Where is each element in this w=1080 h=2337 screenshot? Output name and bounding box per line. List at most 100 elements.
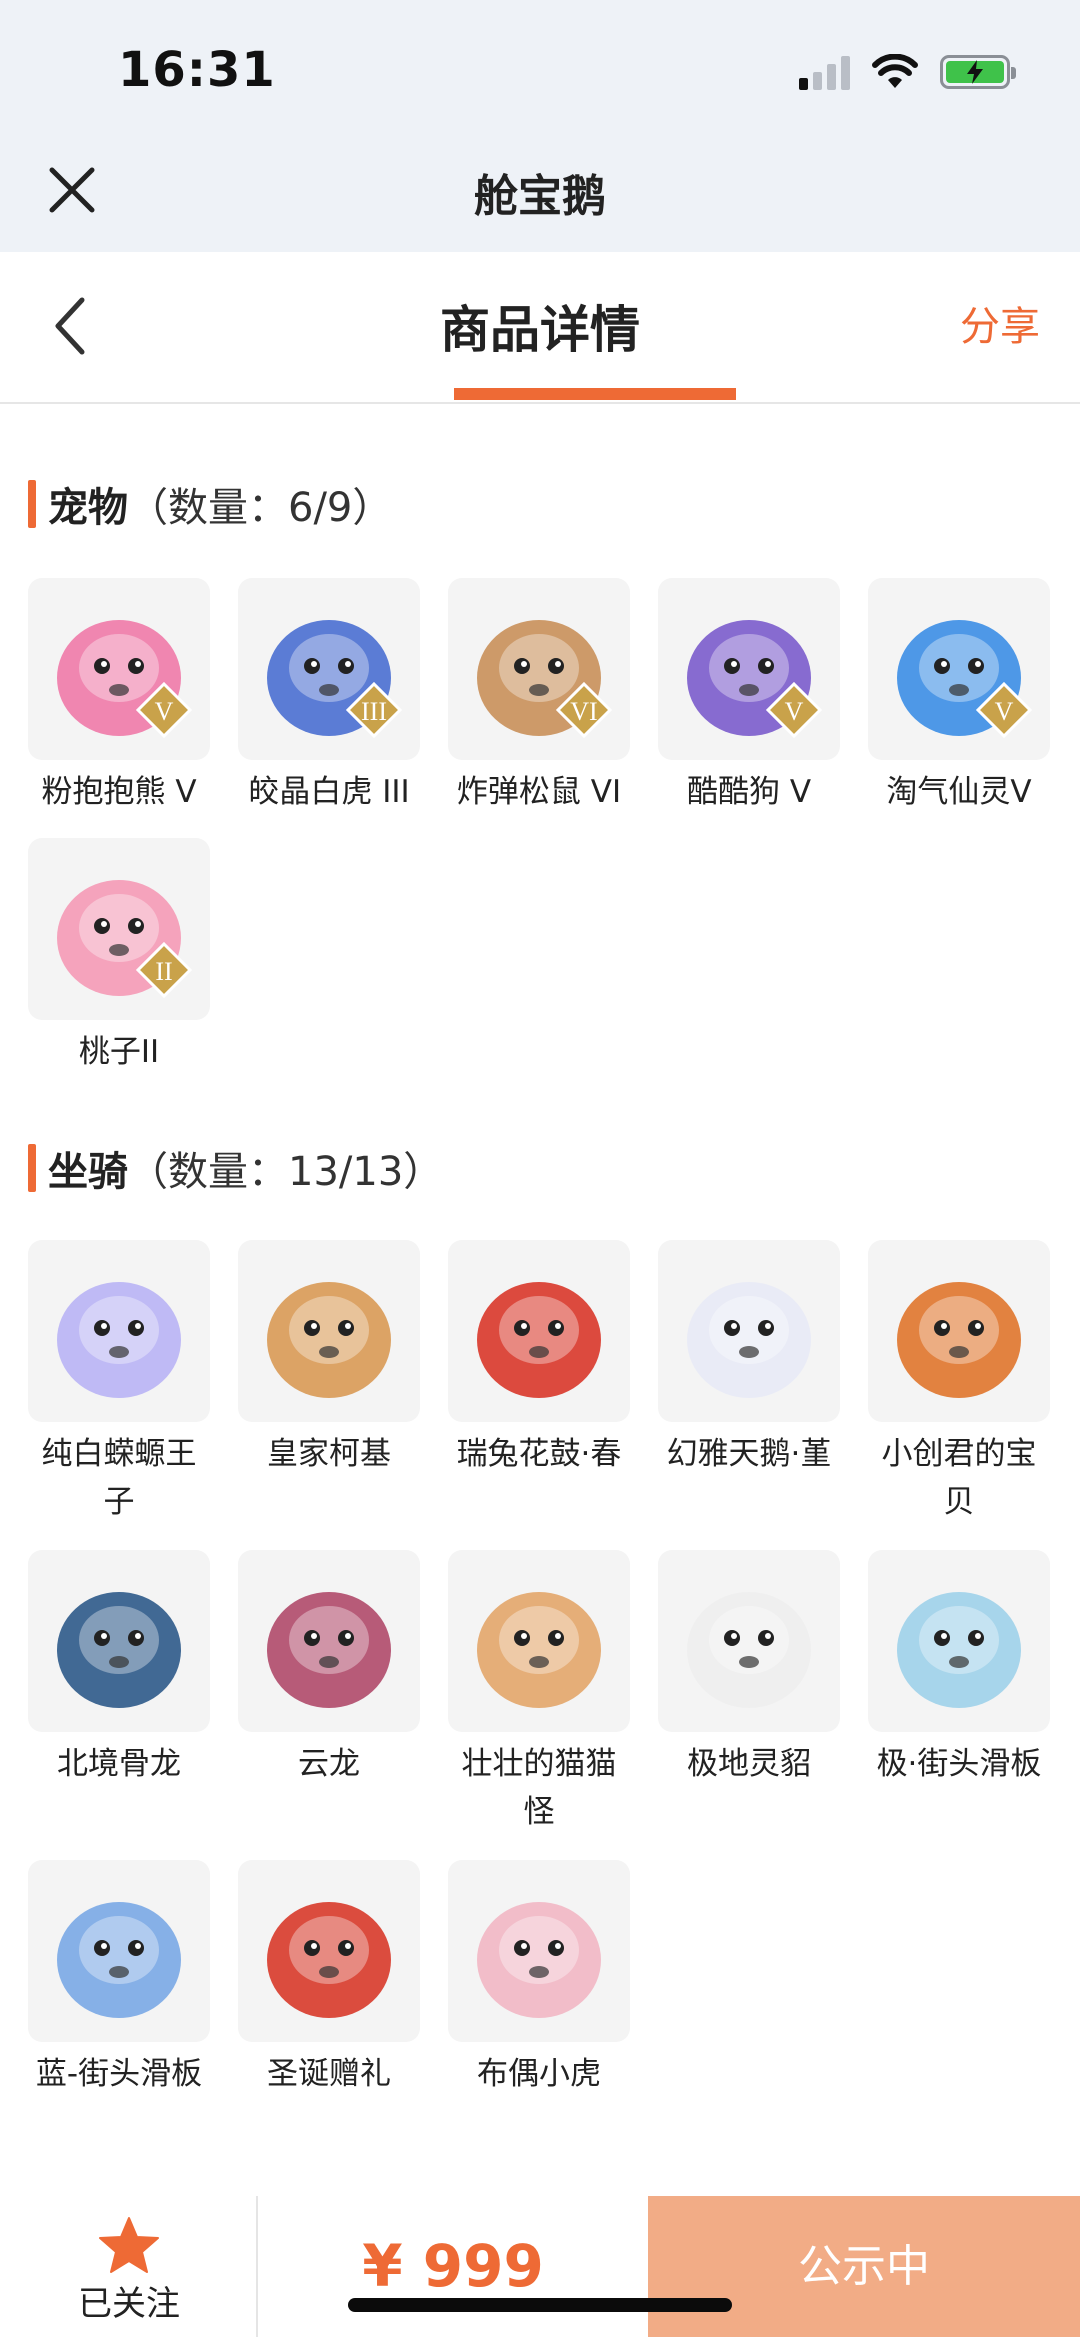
- section-count: （数量：13/13）: [128, 1149, 444, 1195]
- cool-dog-pet-icon: V: [687, 620, 823, 739]
- pets-section-title: 宠物 （数量：6/9）: [28, 478, 393, 531]
- item-card[interactable]: 布偶小虎: [448, 1860, 630, 2098]
- item-name: 粉抱抱熊 V: [41, 774, 197, 810]
- item-card[interactable]: V 粉抱抱熊 V: [28, 578, 210, 816]
- item-thumbnail: [238, 1860, 420, 2042]
- item-card[interactable]: 幻雅天鹅·堇: [658, 1240, 840, 1478]
- item-card[interactable]: 北境骨龙: [28, 1550, 210, 1788]
- item-thumbnail: [868, 1550, 1050, 1732]
- item-name: 桃子II: [78, 1034, 160, 1070]
- cellular-signal-icon: [799, 54, 850, 90]
- naughty-fairy-pet-icon: V: [897, 620, 1033, 739]
- christmas-gift-mount-icon: [267, 1902, 391, 2018]
- item-name: 炸弹松鼠 VI: [456, 774, 622, 810]
- item-thumbnail: V: [28, 578, 210, 760]
- title-underline: [454, 388, 736, 400]
- item-card[interactable]: 极·街头滑板: [868, 1550, 1050, 1788]
- home-indicator: [348, 2298, 732, 2312]
- item-thumbnail: VI: [448, 578, 630, 760]
- crystal-white-tiger-pet-icon: III: [267, 620, 403, 739]
- item-card[interactable]: V 淘气仙灵V: [868, 578, 1050, 816]
- item-thumbnail: [238, 1550, 420, 1732]
- item-thumbnail: [28, 1550, 210, 1732]
- item-card[interactable]: V 酷酷狗 V: [658, 578, 840, 816]
- item-thumbnail: [238, 1240, 420, 1422]
- item-card[interactable]: II 桃子II: [28, 838, 210, 1076]
- level-badge-text: V: [155, 697, 174, 726]
- top-area: 16:31 舱宝鹅: [0, 0, 1080, 252]
- section-name: 宠物: [48, 485, 128, 531]
- page-title: 商品详情: [440, 301, 640, 359]
- white-axolotl-prince-mount-icon: [57, 1282, 181, 1398]
- item-card[interactable]: 蓝-街头滑板: [28, 1860, 210, 2098]
- page-header: 商品详情 分享: [0, 252, 1080, 404]
- item-card[interactable]: 圣诞赠礼: [238, 1860, 420, 2098]
- item-name: 圣诞赠礼: [267, 2056, 391, 2092]
- bottom-action-bar: 已关注 ¥ 999 公示中: [0, 2196, 1080, 2337]
- item-thumbnail: [28, 1240, 210, 1422]
- cloud-dragon-mount-icon: [267, 1592, 391, 1708]
- item-card[interactable]: 云龙: [238, 1550, 420, 1788]
- peach-pet-icon: II: [57, 880, 193, 999]
- item-card[interactable]: 壮壮的猫猫怪: [448, 1550, 630, 1836]
- app-title: 舱宝鹅: [474, 171, 606, 222]
- item-thumbnail: V: [658, 578, 840, 760]
- bomb-squirrel-pet-icon: VI: [477, 620, 613, 739]
- pink-bear-pet-icon: V: [57, 620, 193, 739]
- royal-corgi-mount-icon: [267, 1282, 391, 1398]
- level-badge-text: V: [785, 697, 804, 726]
- phoenix-mount-icon: [897, 1282, 1021, 1398]
- item-thumbnail: [448, 1240, 630, 1422]
- item-name: 布偶小虎: [477, 2056, 601, 2092]
- status-icons: [799, 50, 1016, 94]
- bone-dragon-mount-icon: [57, 1592, 181, 1708]
- level-badge-text: V: [995, 697, 1014, 726]
- item-thumbnail: [448, 1860, 630, 2042]
- item-name: 极·街头滑板: [876, 1746, 1042, 1782]
- street-skateboard-mount-icon: [897, 1592, 1021, 1708]
- item-name: 皎晶白虎 III: [248, 774, 410, 810]
- item-thumbnail: II: [28, 838, 210, 1020]
- item-thumbnail: V: [868, 578, 1050, 760]
- item-card[interactable]: 瑞兔花鼓·春: [448, 1240, 630, 1478]
- item-name: 幻雅天鹅·堇: [666, 1436, 832, 1472]
- status-button[interactable]: 公示中: [648, 2196, 1080, 2337]
- level-badge-text: VI: [570, 697, 597, 726]
- follow-button[interactable]: 已关注: [0, 2196, 258, 2337]
- follow-label: 已关注: [78, 2284, 180, 2324]
- swan-mount-icon: [687, 1282, 811, 1398]
- item-thumbnail: [28, 1860, 210, 2042]
- status-time: 16:31: [118, 42, 276, 98]
- item-card[interactable]: VI 炸弹松鼠 VI: [448, 578, 630, 816]
- section-marker: [28, 480, 36, 528]
- item-name: 北境骨龙: [57, 1746, 181, 1782]
- item-thumbnail: [868, 1240, 1050, 1422]
- item-name: 壮壮的猫猫怪: [461, 1746, 617, 1830]
- level-badge-text: III: [361, 697, 387, 726]
- item-name: 极地灵貂: [687, 1746, 811, 1782]
- item-name: 皇家柯基: [267, 1436, 391, 1472]
- level-badge-text: II: [155, 957, 172, 986]
- rabbit-drum-mount-icon: [477, 1282, 601, 1398]
- blue-skateboard-mount-icon: [57, 1902, 181, 2018]
- item-card[interactable]: III 皎晶白虎 III: [238, 578, 420, 816]
- item-thumbnail: [448, 1550, 630, 1732]
- item-name: 云龙: [298, 1746, 360, 1782]
- item-thumbnail: [658, 1240, 840, 1422]
- item-name: 瑞兔花鼓·春: [456, 1436, 622, 1472]
- mounts-section-title: 坐骑 （数量：13/13）: [28, 1142, 444, 1195]
- item-name: 淘气仙灵V: [886, 774, 1032, 810]
- cat-monster-mount-icon: [477, 1592, 601, 1708]
- item-card[interactable]: 纯白蝾螈王子: [28, 1240, 210, 1526]
- item-name: 小创君的宝贝: [881, 1436, 1037, 1520]
- item-name: 纯白蝾螈王子: [41, 1436, 197, 1520]
- battery-icon: [940, 55, 1016, 89]
- item-card[interactable]: 小创君的宝贝: [868, 1240, 1050, 1526]
- price: ¥ 999: [362, 2232, 544, 2300]
- item-card[interactable]: 极地灵貂: [658, 1550, 840, 1788]
- item-card[interactable]: 皇家柯基: [238, 1240, 420, 1478]
- section-count: （数量：6/9）: [128, 485, 393, 531]
- section-marker: [28, 1144, 36, 1192]
- share-button[interactable]: 分享: [960, 294, 1040, 352]
- item-thumbnail: III: [238, 578, 420, 760]
